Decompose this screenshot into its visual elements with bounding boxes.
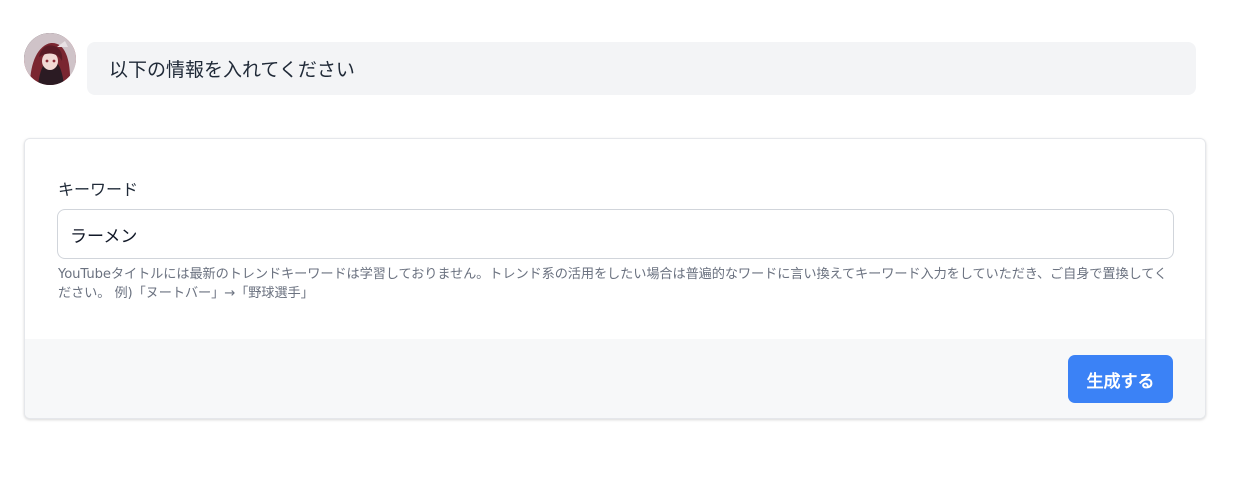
keyword-input[interactable] bbox=[57, 209, 1174, 259]
avatar-icon bbox=[24, 33, 76, 85]
keyword-help-text: YouTubeタイトルには最新のトレンドキーワードは学習しておりません。トレンド… bbox=[58, 267, 1168, 301]
form-footer: 生成する bbox=[25, 339, 1205, 418]
user-avatar bbox=[24, 33, 76, 85]
generate-button[interactable]: 生成する bbox=[1068, 355, 1173, 403]
keyword-label: キーワード bbox=[58, 180, 139, 199]
form-body: キーワード YouTubeタイトルには最新のトレンドキーワードは学習しておりませ… bbox=[25, 139, 1205, 339]
chat-message-bubble: 以下の情報を入れてください bbox=[87, 42, 1196, 95]
chat-message-text: 以下の情報を入れてください bbox=[109, 59, 355, 81]
keyword-form-card: キーワード YouTubeタイトルには最新のトレンドキーワードは学習しておりませ… bbox=[24, 138, 1206, 419]
chat-message-row: 以下の情報を入れてください bbox=[24, 33, 1196, 95]
